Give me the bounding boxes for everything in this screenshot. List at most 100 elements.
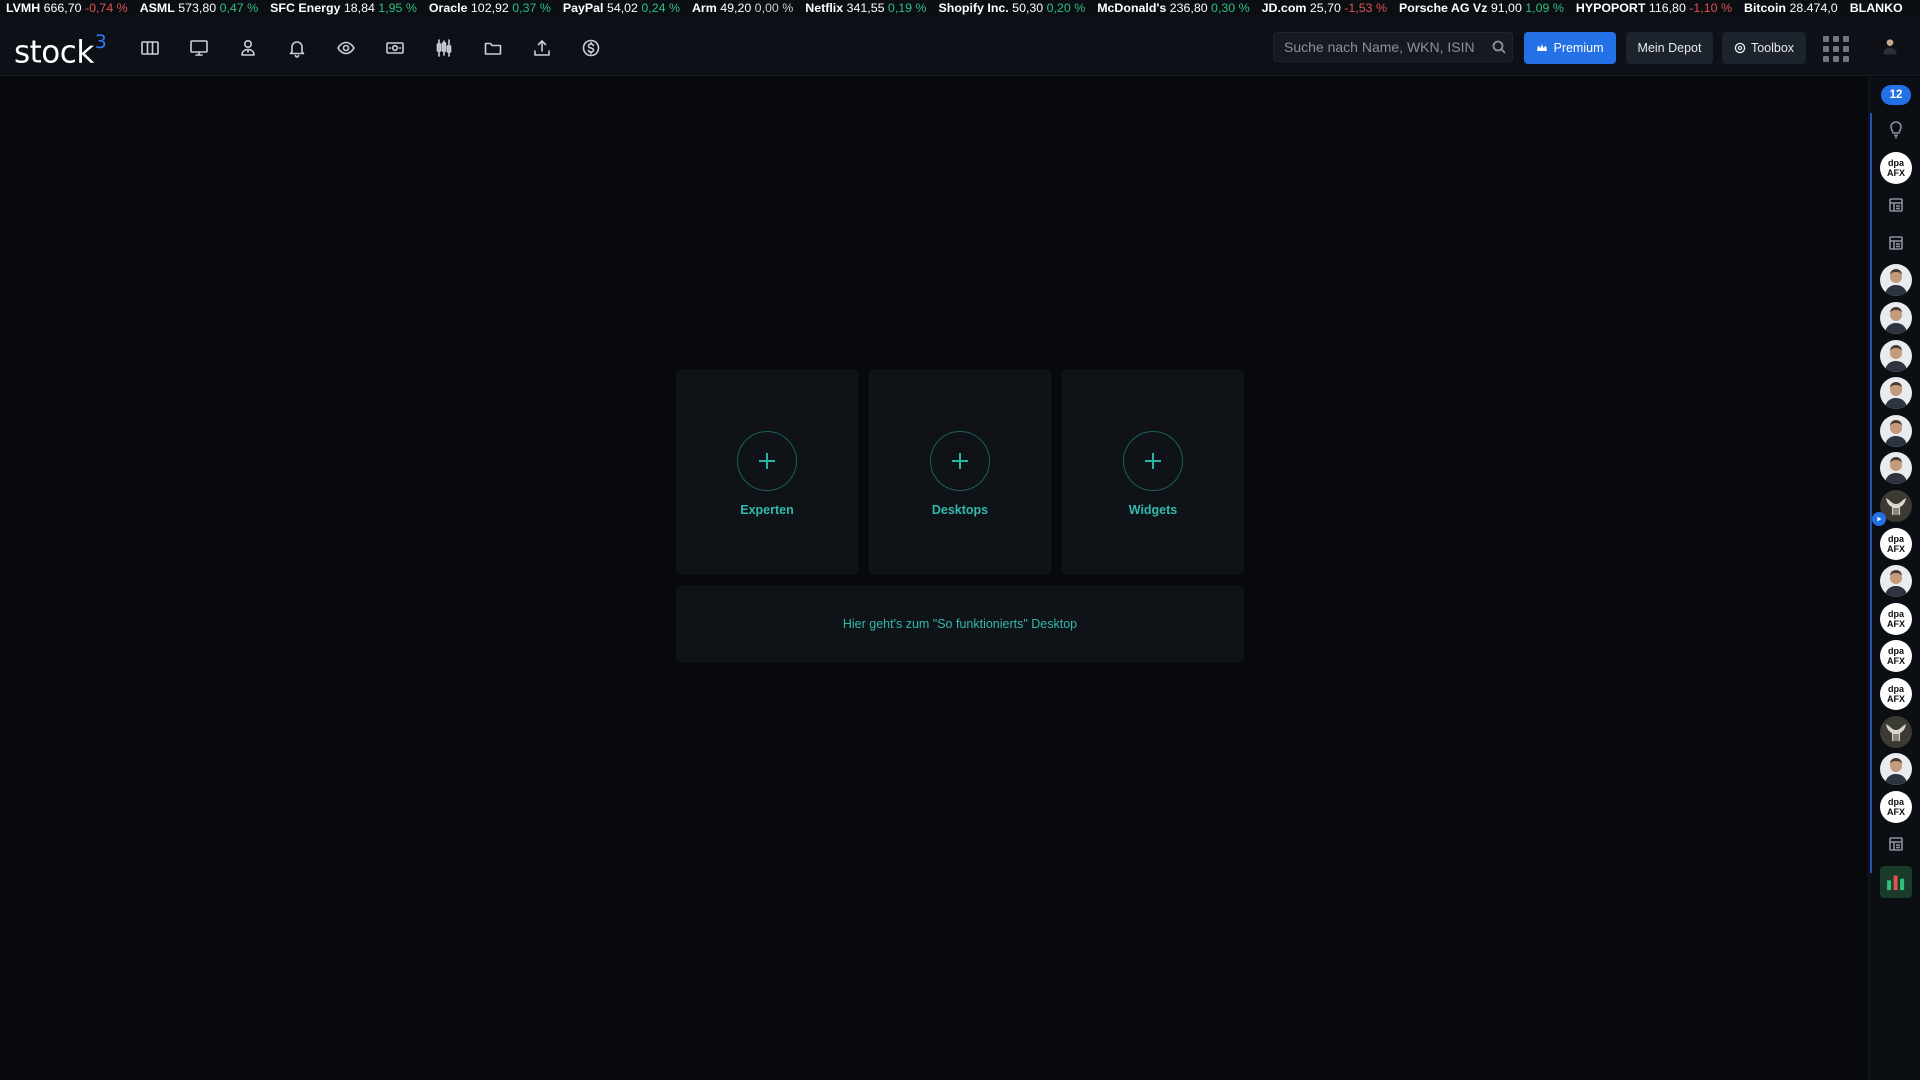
ticker-name: Bitcoin: [1744, 1, 1786, 15]
columns-icon[interactable]: [134, 32, 166, 64]
search-icon[interactable]: [1486, 40, 1512, 54]
user-avatar[interactable]: [1878, 34, 1902, 58]
ticker-price: 116,80: [1645, 1, 1686, 15]
ticker-price: 28.474,0: [1786, 1, 1838, 15]
afx-label: AFX: [1887, 656, 1905, 667]
dpa-label: dpa: [1887, 533, 1904, 544]
monitor-icon[interactable]: [183, 32, 215, 64]
ticker-price: 54,02: [603, 1, 638, 15]
ticker-item[interactable]: Oracle 102,92 0,37 %: [429, 0, 551, 16]
expert-avatar[interactable]: [1880, 339, 1912, 372]
ticker-item[interactable]: McDonald's 236,80 0,30 %: [1097, 0, 1249, 16]
ticker-price: 236,80: [1166, 1, 1208, 15]
ticker-item[interactable]: ASML 573,80 0,47 %: [140, 0, 258, 16]
search-input[interactable]: [1284, 39, 1486, 55]
ticker-price: 49,20: [716, 1, 752, 15]
so-funktionierts-link[interactable]: Hier geht's zum "So funktionierts" Deskt…: [676, 586, 1244, 662]
ticker-item[interactable]: Arm 49,20 0,00 %: [692, 0, 793, 16]
search-box: [1273, 32, 1513, 62]
ticker-name: JD.com: [1261, 1, 1307, 15]
ticker-item[interactable]: PayPal 54,02 0,24 %: [563, 0, 680, 16]
ticker-change: 0,24 %: [637, 1, 680, 15]
expert-avatar[interactable]: [1880, 302, 1912, 334]
candlestick-icon[interactable]: [428, 32, 460, 64]
person-icon[interactable]: [232, 32, 264, 64]
ticker-item[interactable]: LVMH 666,70 -0,74 %: [6, 0, 128, 16]
afx-label: AFX: [1887, 694, 1905, 704]
ticker-item[interactable]: Netflix 341,55 0,19 %: [805, 0, 926, 16]
ticker-item[interactable]: Bitcoin 28.474,0: [1744, 0, 1838, 16]
ticker-change: 0,20 %: [1043, 1, 1086, 15]
plus-icon: [737, 431, 797, 491]
stock3-logo[interactable]: stock3: [14, 28, 107, 69]
eye-icon[interactable]: [330, 32, 362, 64]
ticker-item[interactable]: BLANKO: [1850, 0, 1903, 16]
ticker-change: -0,74 %: [81, 1, 128, 15]
right-sidebar: 12 dpa AFX dpa AFX dpa AFX dpa AFX dpa AFX dpa AFX: [1868, 77, 1920, 1080]
upload-icon[interactable]: [526, 32, 558, 64]
expert-avatar[interactable]: [1880, 753, 1912, 786]
ticker-change: 0,47 %: [216, 1, 259, 15]
news-list-icon[interactable]: [1880, 227, 1912, 259]
add-experten-tile[interactable]: Experten: [676, 370, 858, 574]
ticker-price: 666,70: [40, 1, 82, 15]
app-grid-icon[interactable]: [1821, 34, 1849, 62]
dpa-label: dpa: [1887, 684, 1904, 694]
ticker-name: Oracle: [428, 1, 468, 15]
dpa-afx-avatar[interactable]: dpa AFX: [1880, 151, 1912, 184]
ticker-price: 25,70: [1306, 1, 1341, 15]
tile-label: Widgets: [1128, 503, 1178, 517]
ticker-change: -1,10 %: [1685, 1, 1732, 15]
depot-label: Mein Depot: [1637, 41, 1702, 55]
bull-avatar[interactable]: [1880, 715, 1912, 748]
add-widgets-tile[interactable]: Widgets: [1062, 370, 1244, 574]
ticker-name: ASML: [139, 1, 175, 15]
ticker-name: Netflix: [805, 1, 844, 15]
ticker-item[interactable]: SFC Energy 18,84 1,95 %: [270, 0, 417, 16]
dpa-afx-avatar[interactable]: dpa AFX: [1880, 790, 1912, 823]
crown-icon: [1537, 44, 1548, 51]
ticker-name: Arm: [691, 1, 717, 15]
dpa-label: dpa: [1887, 646, 1904, 657]
toolbox-label: Toolbox: [1750, 41, 1795, 55]
play-icon[interactable]: [1872, 512, 1886, 526]
mein-depot-button[interactable]: Mein Depot: [1626, 32, 1713, 64]
news-list-icon[interactable]: [1880, 189, 1912, 221]
news-list-icon[interactable]: [1880, 828, 1912, 860]
expert-avatar[interactable]: [1880, 264, 1912, 297]
toolbox-button[interactable]: Toolbox: [1722, 32, 1806, 64]
folder-icon[interactable]: [477, 32, 509, 64]
ticker-item[interactable]: HYPOPORT 116,80 -1,10 %: [1576, 0, 1732, 16]
dpa-afx-avatar[interactable]: dpa AFX: [1880, 602, 1912, 635]
dollar-icon[interactable]: [575, 32, 607, 64]
add-desktops-tile[interactable]: Desktops: [869, 370, 1051, 574]
ticker-item[interactable]: JD.com 25,70 -1,53 %: [1262, 0, 1387, 16]
ticker-price: 341,55: [843, 1, 885, 15]
ticker-change: 0,19 %: [884, 1, 927, 15]
notification-count-badge[interactable]: 12: [1881, 85, 1911, 105]
bell-icon[interactable]: [281, 32, 313, 64]
dpa-afx-avatar[interactable]: dpa AFX: [1880, 527, 1912, 560]
ticker-price: 50,30: [1008, 1, 1044, 15]
dpa-afx-avatar[interactable]: dpa AFX: [1880, 640, 1912, 673]
gear-icon: [1734, 42, 1746, 54]
expert-avatar[interactable]: [1880, 414, 1912, 447]
tile-label: Desktops: [931, 503, 989, 517]
ticker-name: SFC Energy: [270, 1, 341, 15]
lightbulb-icon[interactable]: [1880, 114, 1912, 146]
premium-button[interactable]: Premium: [1524, 32, 1616, 64]
ticker-item[interactable]: Shopify Inc. 50,30 0,20 %: [939, 0, 1086, 16]
dpa-afx-avatar[interactable]: dpa AFX: [1880, 678, 1912, 710]
money-icon[interactable]: [379, 32, 411, 64]
chart-thumbnail-icon[interactable]: [1880, 866, 1912, 898]
plus-icon: [1123, 431, 1183, 491]
expert-avatar[interactable]: [1880, 452, 1912, 485]
ticker-change: -1,53 %: [1340, 1, 1388, 15]
expert-avatar[interactable]: [1880, 377, 1912, 410]
premium-label: Premium: [1553, 41, 1604, 55]
ticker-price: 91,00: [1487, 1, 1522, 15]
ticker-change: 1,95 %: [374, 1, 417, 15]
main-nav: [134, 32, 607, 64]
ticker-item[interactable]: Porsche AG Vz 91,00 1,09 %: [1399, 0, 1564, 16]
expert-avatar[interactable]: [1880, 565, 1912, 598]
